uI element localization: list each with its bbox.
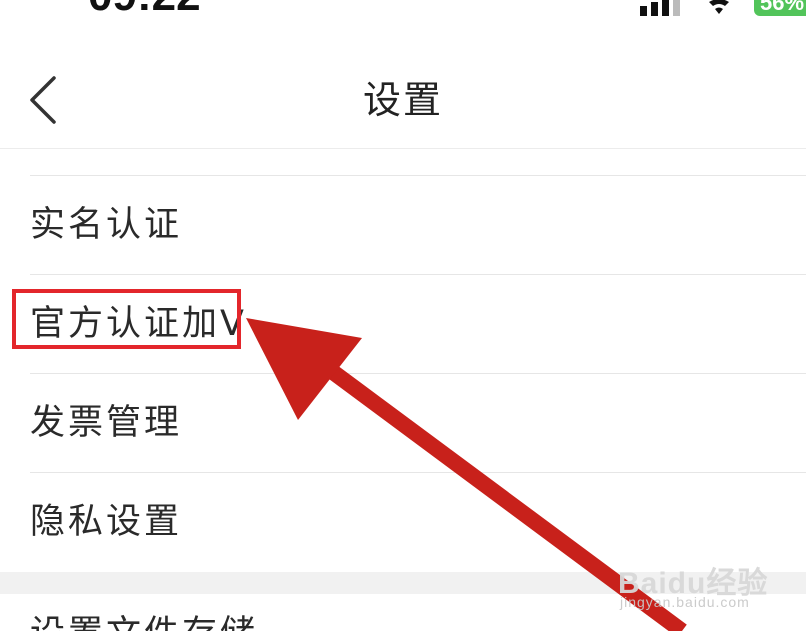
- wifi-icon: [709, 0, 729, 14]
- settings-item-label: 实名认证: [30, 205, 183, 245]
- status-time: 09:22: [88, 0, 201, 18]
- settings-item-real-name-verification[interactable]: 实名认证: [30, 176, 806, 274]
- header-divider: [0, 148, 806, 149]
- watermark-url: jingyan.baidu.com: [620, 594, 750, 610]
- settings-item-label: 隐私设置: [30, 502, 183, 542]
- settings-item-partial[interactable]: 设置文件存储: [30, 612, 258, 631]
- settings-screen: 09:22 56% 设置 实名认证 官方认证加V 发票管理 隐私设置 设置文件存…: [0, 0, 806, 631]
- page-title: 设置: [362, 78, 443, 122]
- watermark: Baidu经验 jingyan.baidu.com: [618, 540, 768, 620]
- highlight-box: [12, 289, 241, 349]
- settings-item-label: 发票管理: [30, 403, 183, 443]
- battery-indicator: 56%: [754, 0, 806, 16]
- cellular-signal-icon: [640, 0, 680, 16]
- settings-item-invoice-management[interactable]: 发票管理: [30, 374, 806, 472]
